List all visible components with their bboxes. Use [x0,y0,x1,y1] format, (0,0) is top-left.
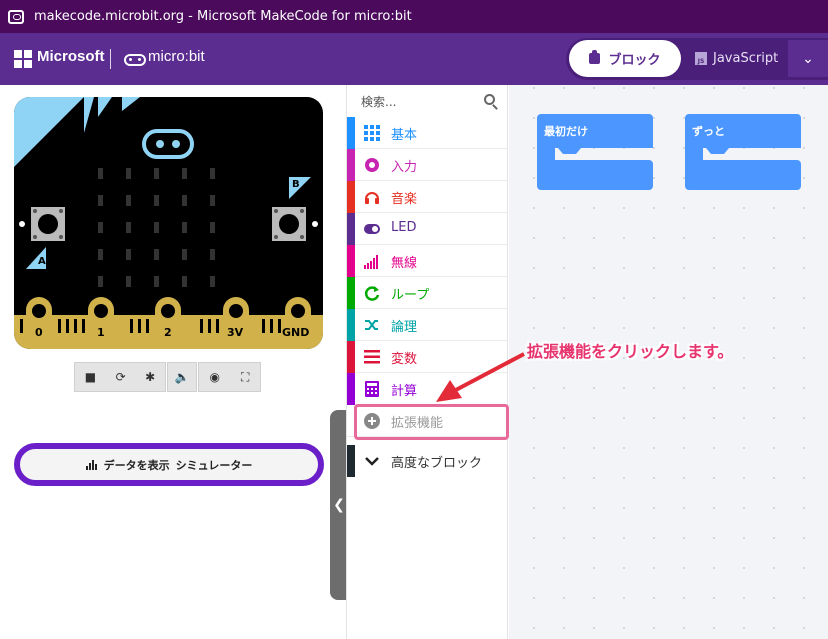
header-divider [110,49,111,69]
restart-icon[interactable]: ⟳ [116,370,126,384]
headphones-icon [365,192,379,204]
tab-javascript[interactable]: JS JavaScript [695,40,785,77]
microbit-app-icon [8,9,24,24]
category-variables-label: 変数 [391,352,418,367]
search-icon[interactable] [484,94,495,105]
bug-icon[interactable]: ✱ [145,370,155,384]
title-bar: makecode.microbit.org - Microsoft MakeCo… [0,0,828,33]
calculator-icon [365,381,379,397]
camera-icon[interactable]: ◉ [210,370,220,384]
category-loops-label: ループ [391,288,430,303]
category-logic[interactable]: 論理 [347,309,507,341]
forever-block-label: ずっと [692,125,725,138]
show-data-target-label: シミュレーター [175,458,253,472]
js-file-icon: JS [695,52,707,65]
editor-dropdown-button[interactable]: ⌄ [788,40,828,77]
button-b-label: B [292,179,300,190]
category-logic-label: 論理 [391,320,418,335]
chevron-left-icon: ❮ [333,497,345,513]
blocks-workspace[interactable]: 最初だけ ずっと [509,85,828,639]
speaker-icon[interactable]: 🔈 [175,370,190,384]
simulator-controls: ■ ⟳ ✱ [74,362,166,392]
toolbox-search[interactable]: 検索... [347,85,507,117]
pin-gnd-label: GND [282,326,310,339]
microbit-board-graphic [14,97,323,349]
tab-blocks-label: ブロック [608,53,661,68]
category-basic[interactable]: 基本 [347,117,507,149]
window-title: makecode.microbit.org - Microsoft MakeCo… [34,9,412,24]
category-advanced-label: 高度なブロック [391,456,483,471]
microsoft-logo-icon[interactable] [14,50,32,68]
tab-blocks[interactable]: ブロック [569,40,681,77]
puzzle-piece-icon [589,50,601,64]
lines-icon [364,350,380,364]
category-input[interactable]: 入力 [347,149,507,181]
category-radio-label: 無線 [391,256,418,271]
loop-icon [364,286,380,301]
toggle-icon [364,224,380,234]
chevron-down-icon: ⌄ [802,50,814,67]
annotation-arrow [436,352,525,402]
grid-icon [364,125,380,141]
shuffle-icon [365,320,378,330]
simulator-extra-controls: ◉ ⛶ [198,362,261,392]
category-advanced[interactable]: 高度なブロック [347,445,507,477]
pin-3v-label: 3V [227,326,244,339]
show-data-button[interactable]: データを表示 シミュレーター [14,443,324,486]
category-loops[interactable]: ループ [347,277,507,309]
circle-dot-icon [365,158,379,172]
category-basic-label: 基本 [391,128,418,143]
category-music-label: 音楽 [391,192,418,207]
category-led-label: LED [391,220,417,235]
annotation-text: 拡張機能をクリックします。 [527,342,734,361]
signal-bars-icon [364,255,378,269]
on-start-block-label: 最初だけ [544,125,588,138]
pin-2-label: 2 [164,326,172,339]
microsoft-label[interactable]: Microsoft [37,48,105,65]
category-math-label: 計算 [391,384,418,399]
microbit-board[interactable]: A B 0 1 2 3V GND [14,97,323,349]
pin-0-label: 0 [35,326,43,339]
category-music[interactable]: 音楽 [347,181,507,213]
stop-icon[interactable]: ■ [85,370,96,384]
fullscreen-icon[interactable]: ⛶ [241,370,249,385]
simulator-sound-control: 🔈 [167,362,197,392]
microbit-label[interactable]: micro:bit [148,48,205,65]
show-data-label: データを表示 [103,458,170,472]
search-input[interactable]: 検索... [361,93,396,110]
bar-chart-icon [85,459,98,470]
simulator-panel: A B 0 1 2 3V GND ■ ⟳ ✱ 🔈 ◉ ⛶ データを表示 シミュレ… [0,85,346,639]
category-radio[interactable]: 無線 [347,245,507,277]
button-a-label: A [38,256,46,267]
category-input-label: 入力 [391,160,418,175]
tab-javascript-label: JavaScript [713,51,779,66]
category-led[interactable]: LED [347,213,507,245]
microbit-logo-icon[interactable] [124,54,146,66]
pin-1-label: 1 [97,326,105,339]
chevron-down-icon [365,457,379,466]
